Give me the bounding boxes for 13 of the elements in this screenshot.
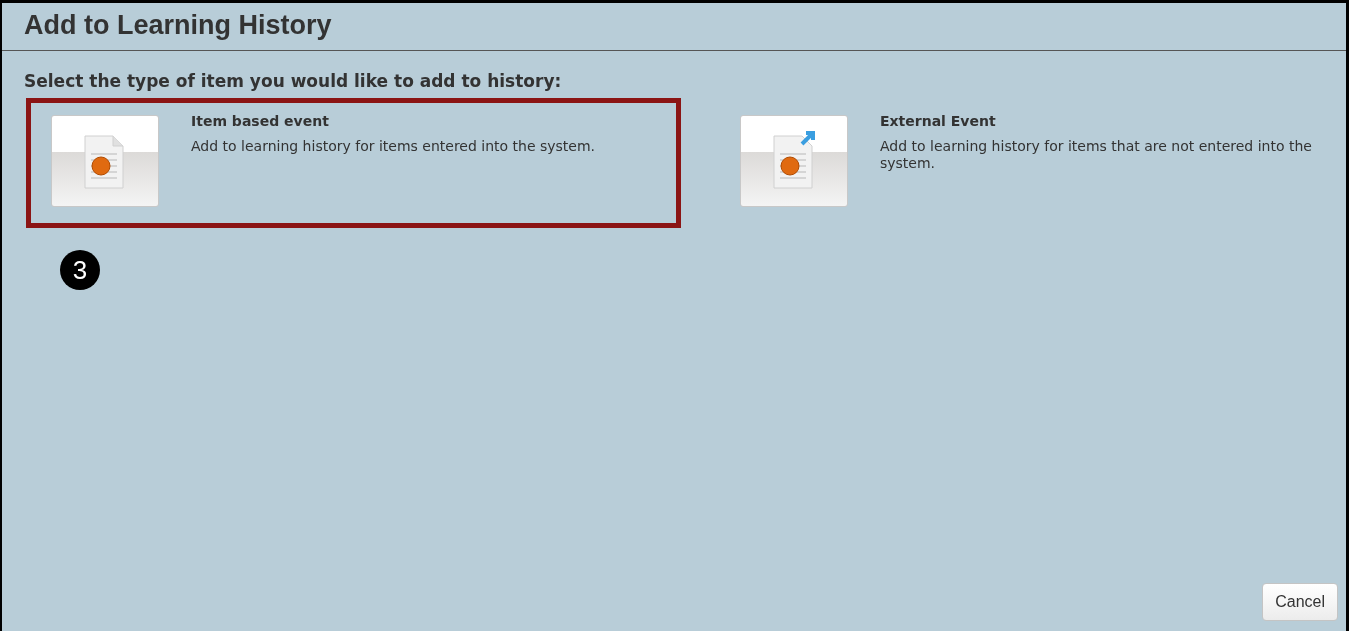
window-title: Add to Learning History xyxy=(24,9,333,42)
cancel-button[interactable]: Cancel xyxy=(1262,583,1338,621)
item-type-option[interactable]: Item based event Add to learning history for items entered into the system. xyxy=(26,98,681,228)
item-type-button[interactable] xyxy=(51,115,159,207)
prompt-text: Select the type of item you would like to add to history: xyxy=(24,69,563,93)
item-type-button[interactable] xyxy=(740,115,848,207)
option-description: Add to learning history for items entered into the system. xyxy=(191,138,596,155)
option-title: External Event xyxy=(880,112,997,131)
item-type-option[interactable]: External Event Add to learning history for items that are not entered into the system. xyxy=(715,98,1346,228)
document-arrow-icon xyxy=(772,130,816,192)
option-title: Item based event xyxy=(191,112,330,131)
option-description: Add to learning history for items that are not entered into the system. xyxy=(880,138,1313,172)
step-marker: 3 xyxy=(60,250,100,290)
